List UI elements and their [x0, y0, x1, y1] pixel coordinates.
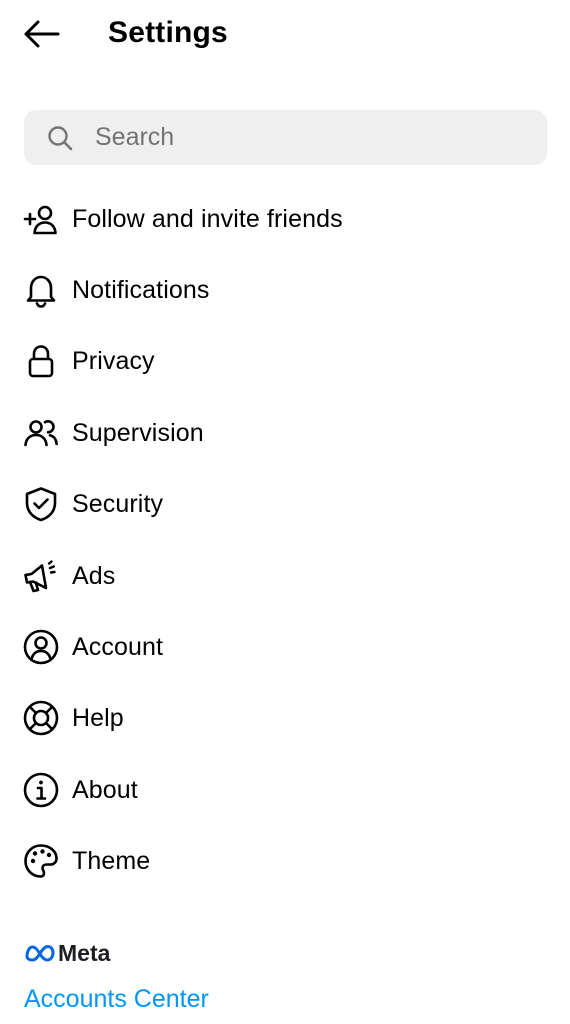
arrow-left-icon	[24, 20, 60, 48]
accounts-center-link[interactable]: Accounts Center	[24, 983, 209, 1015]
megaphone-icon	[22, 557, 60, 595]
menu-item-about[interactable]: About	[0, 754, 570, 825]
page-title: Settings	[108, 16, 228, 49]
info-icon	[22, 771, 60, 809]
menu-label: Follow and invite friends	[72, 204, 343, 233]
bell-icon	[22, 271, 60, 309]
meta-logo: Meta	[24, 938, 564, 968]
lock-icon	[22, 342, 60, 380]
menu-label: Help	[72, 704, 124, 733]
back-button[interactable]	[18, 13, 64, 55]
menu-item-help[interactable]: Help	[0, 683, 570, 754]
menu-label: Theme	[72, 847, 151, 876]
add-person-icon	[22, 200, 60, 238]
top-bar: Settings	[0, 0, 570, 66]
menu-label: About	[72, 775, 138, 804]
menu-item-privacy[interactable]: Privacy	[0, 326, 570, 397]
menu-label: Privacy	[72, 347, 155, 376]
menu-item-notifications[interactable]: Notifications	[0, 254, 570, 325]
account-circle-icon	[22, 628, 60, 666]
search-icon	[48, 126, 73, 151]
lifebuoy-icon	[22, 699, 60, 737]
menu-item-follow-invite[interactable]: Follow and invite friends	[0, 183, 570, 254]
menu-item-account[interactable]: Account	[0, 611, 570, 682]
people-icon	[22, 414, 60, 452]
palette-icon	[22, 842, 60, 880]
meta-wordmark: Meta	[58, 940, 111, 966]
settings-menu: Follow and invite friends Notifications …	[0, 183, 570, 897]
menu-label: Account	[72, 633, 164, 662]
meta-infinity-icon	[25, 945, 55, 962]
menu-item-security[interactable]: Security	[0, 469, 570, 540]
meta-section: Meta Accounts Center	[24, 938, 564, 1013]
menu-label: Ads	[72, 561, 116, 590]
menu-label: Security	[72, 490, 164, 519]
menu-label: Notifications	[72, 276, 210, 305]
menu-item-ads[interactable]: Ads	[0, 540, 570, 611]
shield-check-icon	[22, 485, 60, 523]
menu-item-theme[interactable]: Theme	[0, 826, 570, 897]
menu-item-supervision[interactable]: Supervision	[0, 397, 570, 468]
search-bar[interactable]	[24, 110, 547, 165]
search-input[interactable]	[95, 110, 535, 165]
menu-label: Supervision	[72, 418, 204, 447]
